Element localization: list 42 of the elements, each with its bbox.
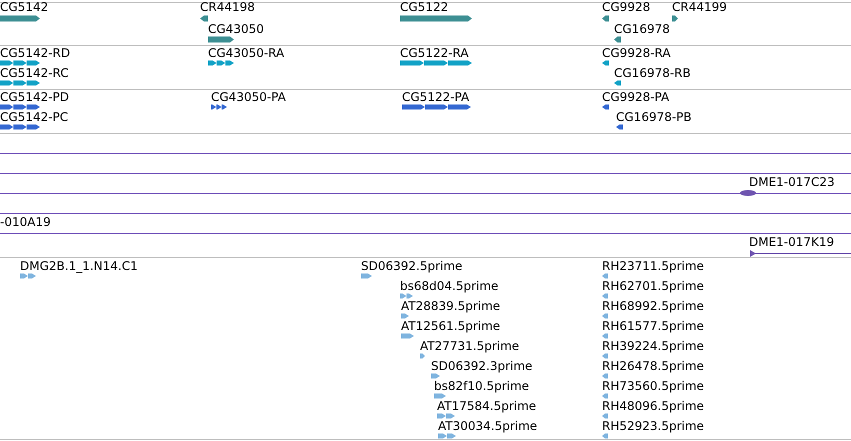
feature-label[interactable]: CG5142-RD xyxy=(0,46,70,60)
feature-label[interactable]: RH52923.5prime xyxy=(602,419,704,433)
feature-label[interactable]: CG9928 xyxy=(602,0,650,14)
feature-label[interactable]: RH68992.5prime xyxy=(602,299,704,313)
feature-label[interactable]: CG5122-RA xyxy=(400,46,469,60)
feature-label[interactable]: DME1-017K19 xyxy=(749,235,834,249)
feature-label[interactable]: RH23711.5prime xyxy=(602,259,704,273)
feature-label[interactable]: CG16978 xyxy=(614,22,670,36)
feature-label[interactable]: CG16978-RB xyxy=(614,66,691,80)
feature-label[interactable]: bs82f10.5prime xyxy=(434,379,530,393)
feature-label[interactable]: CG43050-PA xyxy=(211,90,286,104)
feature-label[interactable]: CG9928-RA xyxy=(602,46,671,60)
feature-label[interactable]: RH26478.5prime xyxy=(602,359,704,373)
feature-label[interactable]: CR44198 xyxy=(200,0,255,14)
feature-label[interactable]: -010A19 xyxy=(0,215,51,229)
feature-label[interactable]: AT12561.5prime xyxy=(401,319,500,333)
feature-label[interactable]: SD06392.5prime xyxy=(361,259,462,273)
feature-label[interactable]: CG16978-PB xyxy=(616,110,692,124)
feature-label[interactable]: RH48096.5prime xyxy=(602,399,704,413)
feature-label[interactable]: CG43050-RA xyxy=(208,46,284,60)
feature-label[interactable]: DMG2B.1_1.N14.C1 xyxy=(20,259,138,273)
feature-marker xyxy=(740,190,756,196)
feature-label[interactable]: AT27731.5prime xyxy=(420,339,520,353)
feature-label[interactable]: DME1-017C23 xyxy=(749,175,835,189)
feature-label[interactable]: CG43050 xyxy=(208,22,264,36)
feature-label[interactable]: AT30034.5prime xyxy=(438,419,538,433)
feature-label[interactable]: RH61577.5prime xyxy=(602,319,704,333)
feature-label[interactable]: CG5122-PA xyxy=(402,90,470,104)
feature-label[interactable]: bs68d04.5prime xyxy=(400,279,498,293)
feature-label[interactable]: RH62701.5prime xyxy=(602,279,704,293)
feature-label[interactable]: AT17584.5prime xyxy=(437,399,536,413)
feature-label[interactable]: CG5142-PD xyxy=(0,90,70,104)
feature-label[interactable]: CG5142-RC xyxy=(0,66,69,80)
feature-label[interactable]: SD06392.3prime xyxy=(431,359,532,373)
feature-label[interactable]: CR44199 xyxy=(672,0,727,14)
feature-label[interactable]: CG5122 xyxy=(400,0,448,14)
feature-label[interactable]: RH73560.5prime xyxy=(602,379,704,393)
feature-label[interactable]: AT28839.5prime xyxy=(401,299,500,313)
feature-label[interactable]: RH39224.5prime xyxy=(602,339,704,353)
feature-label[interactable]: CG5142 xyxy=(0,0,48,14)
feature-label[interactable]: CG5142-PC xyxy=(0,110,68,124)
feature-label[interactable]: CG9928-PA xyxy=(602,90,670,104)
